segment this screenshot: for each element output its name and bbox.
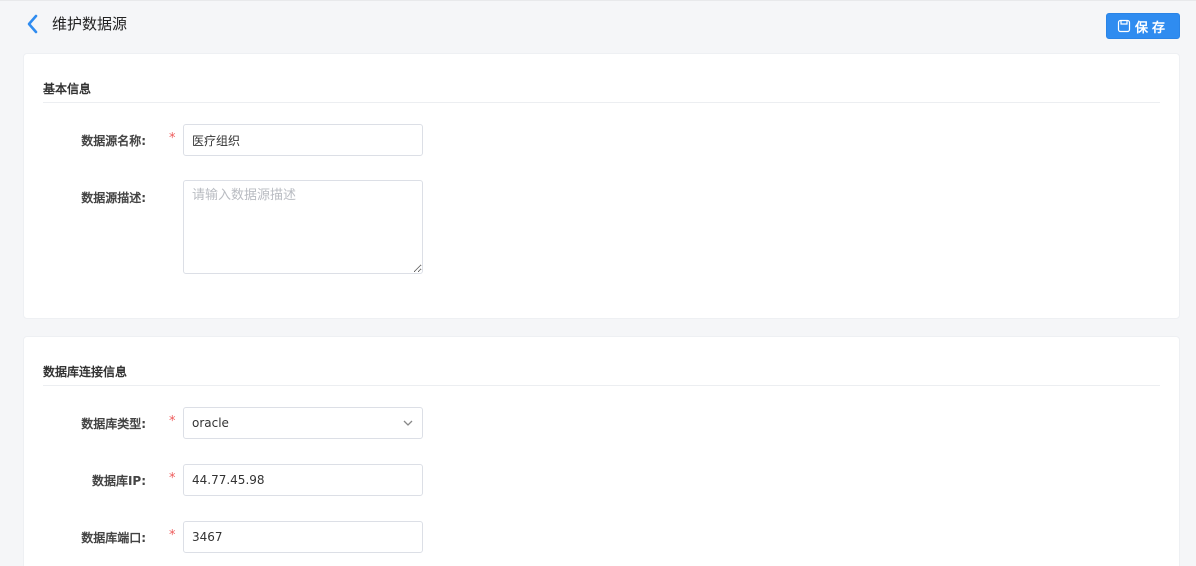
db-ip-label: 数据库IP: [91,474,146,488]
name-label: 数据源名称: [81,134,146,148]
page-title: 维护数据源 [52,15,128,33]
save-icon [1117,19,1131,33]
section-title-db-connection: 数据库连接信息 [43,365,128,379]
db-type-label: 数据库类型: [81,417,146,431]
required-mark: * [169,528,176,543]
chevron-down-icon [403,420,413,426]
db-connection-card: 数据库连接信息 数据库类型: * oracle 数据库IP: * 数据库端口: … [23,336,1180,566]
required-mark: * [169,471,176,486]
section-divider [43,385,1160,386]
required-mark: * [169,414,176,429]
datasource-name-input[interactable] [183,124,423,156]
db-port-input[interactable] [183,521,423,553]
db-port-label: 数据库端口: [81,531,146,545]
basic-info-card: 基本信息 数据源名称: * 数据源描述: [23,53,1180,319]
section-title-basic-info: 基本信息 [43,82,92,96]
section-divider [43,102,1160,103]
description-label: 数据源描述: [81,191,146,205]
save-button-label: 保存 [1134,20,1169,36]
db-type-select[interactable]: oracle [183,407,423,439]
chevron-left-icon [27,14,38,34]
required-mark: * [169,131,176,146]
page-header: 维护数据源 保存 [0,1,1196,47]
back-button[interactable] [24,13,42,35]
db-type-value: oracle [192,416,229,430]
datasource-description-textarea[interactable] [183,180,423,274]
save-button[interactable]: 保存 [1106,13,1180,39]
db-ip-input[interactable] [183,464,423,496]
